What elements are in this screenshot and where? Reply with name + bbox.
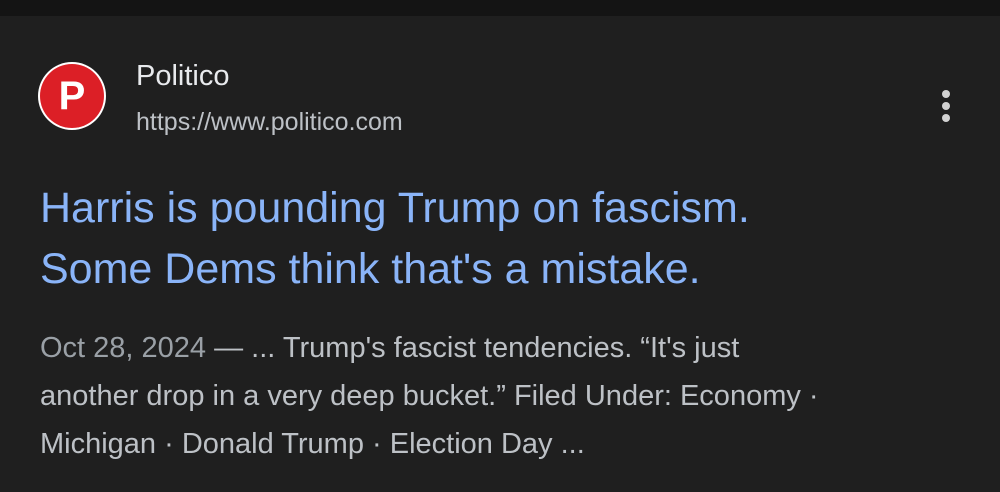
search-results-page: P Politico https://www.politico.com Harr… <box>0 0 1000 492</box>
snippet-text-1: — ... Trump's fascist tendencies. “It's … <box>206 332 740 364</box>
more-options-button[interactable] <box>930 86 962 126</box>
result-date: Oct 28, 2024 <box>40 332 207 364</box>
site-url: https://www.politico.com <box>136 108 403 136</box>
snippet-line-1: Oct 28, 2024 — ... Trump's fascist tende… <box>40 324 970 372</box>
more-vert-icon <box>942 90 950 98</box>
site-header[interactable]: P Politico https://www.politico.com <box>38 60 938 136</box>
result-snippet: Oct 28, 2024 — ... Trump's fascist tende… <box>40 324 970 468</box>
site-favicon-icon: P <box>38 62 106 130</box>
more-vert-icon-dot-middle <box>942 102 950 110</box>
result-title-line-1: Harris is pounding Trump on fascism. <box>40 184 750 232</box>
snippet-line-3: Michigan · Donald Trump · Election Day .… <box>40 428 585 460</box>
favicon-letter: P <box>40 64 104 128</box>
site-name: Politico <box>136 60 230 92</box>
result-title-line-2: Some Dems think that's a mistake. <box>40 245 701 293</box>
top-divider <box>0 0 1000 16</box>
result-title-link[interactable]: Harris is pounding Trump on fascism. Som… <box>40 178 970 300</box>
search-result-card: P Politico https://www.politico.com Harr… <box>0 16 1000 492</box>
more-vert-icon-dot-bottom <box>942 114 950 122</box>
snippet-line-2: another drop in a very deep bucket.” Fil… <box>40 380 819 412</box>
